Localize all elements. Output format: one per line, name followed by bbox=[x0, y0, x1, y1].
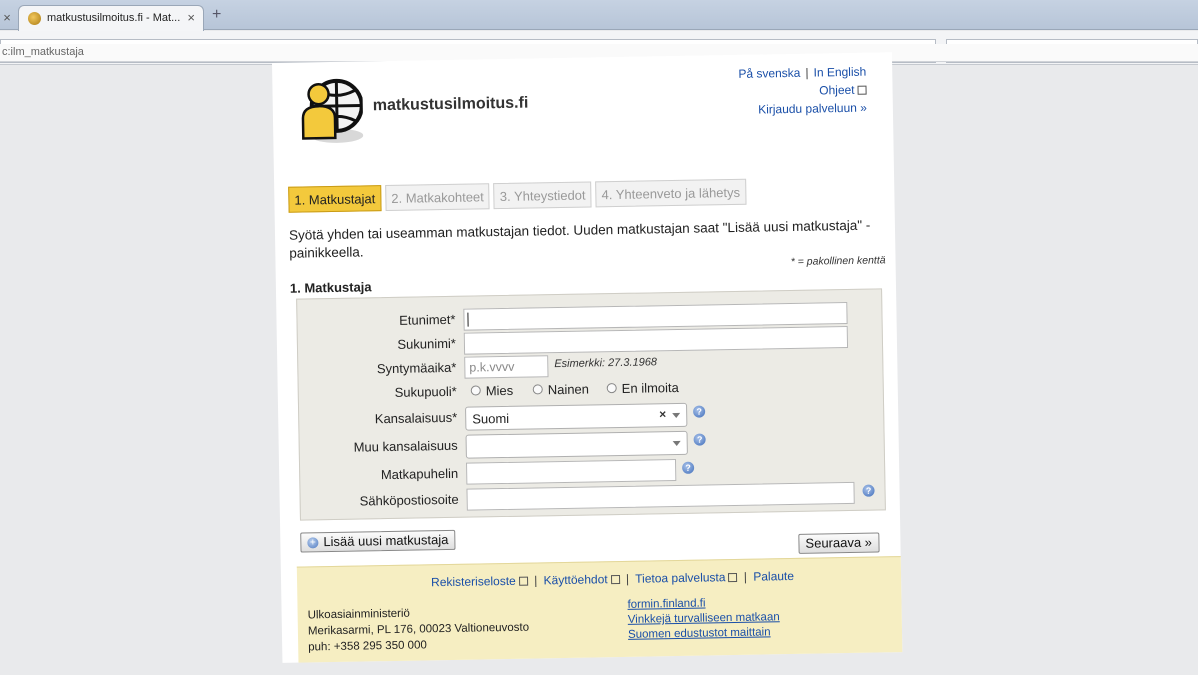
nationality-select[interactable]: Suomi × bbox=[465, 402, 688, 431]
radio-icon bbox=[606, 383, 617, 394]
footer-separator: | bbox=[625, 571, 630, 586]
chevron-down-icon bbox=[672, 440, 681, 447]
english-link[interactable]: In English bbox=[813, 65, 866, 80]
other-nationality-select[interactable] bbox=[465, 430, 688, 459]
gender-unspecified-label: En ilmoita bbox=[621, 379, 679, 396]
new-tab-button[interactable]: + bbox=[212, 6, 221, 24]
nationality-value: Suomi bbox=[472, 410, 510, 427]
external-link-icon bbox=[518, 576, 528, 586]
birthdate-label: Syntymäaika* bbox=[376, 359, 457, 377]
clear-selection-icon[interactable]: × bbox=[659, 407, 666, 421]
gender-label: Sukupuoli* bbox=[394, 383, 457, 400]
wizard-steps: 1. Matkustajat 2. Matkakohteet 3. Yhteys… bbox=[288, 178, 747, 213]
privacy-link[interactable]: Rekisteriseloste bbox=[431, 574, 516, 589]
url-text: c:ilm_matkustaja bbox=[2, 46, 84, 58]
traveller-form: Etunimet* Sukunimi* Syntymäaika* p.k.vvv… bbox=[296, 288, 886, 521]
external-link-icon bbox=[728, 572, 738, 583]
browser-tab[interactable]: matkustusilmoitus.fi - Mat... × bbox=[18, 5, 204, 31]
external-link-icon bbox=[857, 85, 867, 95]
embassies-link[interactable]: Suomen edustustot maittain bbox=[628, 625, 780, 643]
header-links: På svenska | In English Ohjeet Kirjaudu pa… bbox=[738, 63, 867, 119]
close-tab-icon[interactable]: × bbox=[187, 10, 195, 25]
external-link-icon bbox=[610, 575, 620, 585]
page: matkustusilmoitus.fi På svenska | In Engli… bbox=[272, 52, 903, 663]
email-row: Sähköpostiosoite ? bbox=[300, 481, 886, 513]
help-icon[interactable]: ? bbox=[693, 405, 706, 418]
feedback-link[interactable]: Palaute bbox=[753, 569, 794, 584]
footer-separator: | bbox=[533, 573, 538, 588]
nationality-label: Kansalaisuus* bbox=[374, 409, 458, 427]
help-icon[interactable]: ? bbox=[693, 433, 706, 446]
last-name-label: Sukunimi* bbox=[397, 335, 457, 352]
section-title: 1. Matkustaja bbox=[289, 279, 372, 296]
birthdate-example: Esimerkki: 27.3.1968 bbox=[554, 356, 658, 371]
birthdate-input[interactable]: p.k.vvvv bbox=[464, 355, 549, 379]
mobile-input[interactable] bbox=[466, 459, 677, 485]
tab-title: matkustusilmoitus.fi - Mat... bbox=[47, 12, 181, 24]
browser-tab-bar: × matkustusilmoitus.fi - Mat... × + bbox=[0, 0, 1198, 31]
site-name: matkustusilmoitus.fi bbox=[372, 94, 529, 115]
help-icon[interactable]: ? bbox=[682, 461, 695, 474]
tab-close-icon[interactable]: × bbox=[0, 6, 14, 30]
add-traveller-label: Lisää uusi matkustaja bbox=[323, 531, 449, 550]
first-names-label: Etunimet* bbox=[399, 311, 456, 328]
mobile-label: Matkapuhelin bbox=[380, 465, 459, 483]
birthdate-placeholder: p.k.vvvv bbox=[469, 359, 515, 375]
add-icon: + bbox=[307, 537, 319, 549]
other-nationality-row: Muu kansalaisuus ? bbox=[300, 427, 886, 459]
swedish-link[interactable]: På svenska bbox=[738, 66, 800, 81]
address-line: puh: +358 295 350 000 bbox=[308, 639, 427, 654]
email-input[interactable] bbox=[466, 481, 855, 511]
gender-unspecified-radio[interactable]: En ilmoita bbox=[606, 379, 679, 396]
site-favicon-icon bbox=[28, 12, 41, 25]
footer: Rekisteriseloste | Käyttöehdot | Tietoa … bbox=[296, 556, 903, 663]
gender-female-label: Nainen bbox=[547, 381, 590, 398]
radio-icon bbox=[532, 384, 543, 395]
step-summary[interactable]: 4. Yhteenveto ja lähetys bbox=[595, 178, 747, 208]
about-link[interactable]: Tietoa palvelusta bbox=[635, 570, 726, 586]
terms-link[interactable]: Käyttöehdot bbox=[543, 572, 607, 587]
ministry-address: Ulkoasiainministeriö Merikasarmi, PL 176… bbox=[308, 604, 530, 656]
next-button[interactable]: Seuraava » bbox=[798, 532, 880, 554]
step-destinations[interactable]: 2. Matkakohteet bbox=[385, 183, 491, 212]
help-link[interactable]: Ohjeet bbox=[819, 83, 855, 98]
required-field-note: * = pakollinen kenttä bbox=[790, 254, 886, 268]
step-travellers[interactable]: 1. Matkustajat bbox=[288, 185, 382, 213]
add-traveller-button[interactable]: + Lisää uusi matkustaja bbox=[300, 529, 456, 553]
gender-female-radio[interactable]: Nainen bbox=[532, 381, 590, 398]
login-link[interactable]: Kirjaudu palveluun » bbox=[758, 101, 867, 117]
gender-male-radio[interactable]: Mies bbox=[470, 382, 514, 399]
footer-separator: | bbox=[743, 569, 748, 584]
gender-male-label: Mies bbox=[485, 382, 514, 399]
step-contact-info[interactable]: 3. Yhteystiedot bbox=[493, 181, 592, 210]
footer-links: Rekisteriseloste | Käyttöehdot | Tietoa … bbox=[431, 569, 794, 589]
nationality-row: Kansalaisuus* Suomi × ? bbox=[299, 399, 885, 431]
radio-icon bbox=[470, 385, 481, 396]
email-label: Sähköpostiosoite bbox=[359, 491, 459, 509]
other-nationality-label: Muu kansalaisuus bbox=[353, 437, 458, 455]
lang-separator: | bbox=[805, 65, 809, 80]
help-icon[interactable]: ? bbox=[862, 484, 875, 497]
traveller-globe-logo bbox=[301, 78, 364, 143]
external-links: formin.finland.fi Vinkkejä turvalliseen … bbox=[627, 595, 780, 643]
chevron-down-icon bbox=[672, 412, 681, 419]
